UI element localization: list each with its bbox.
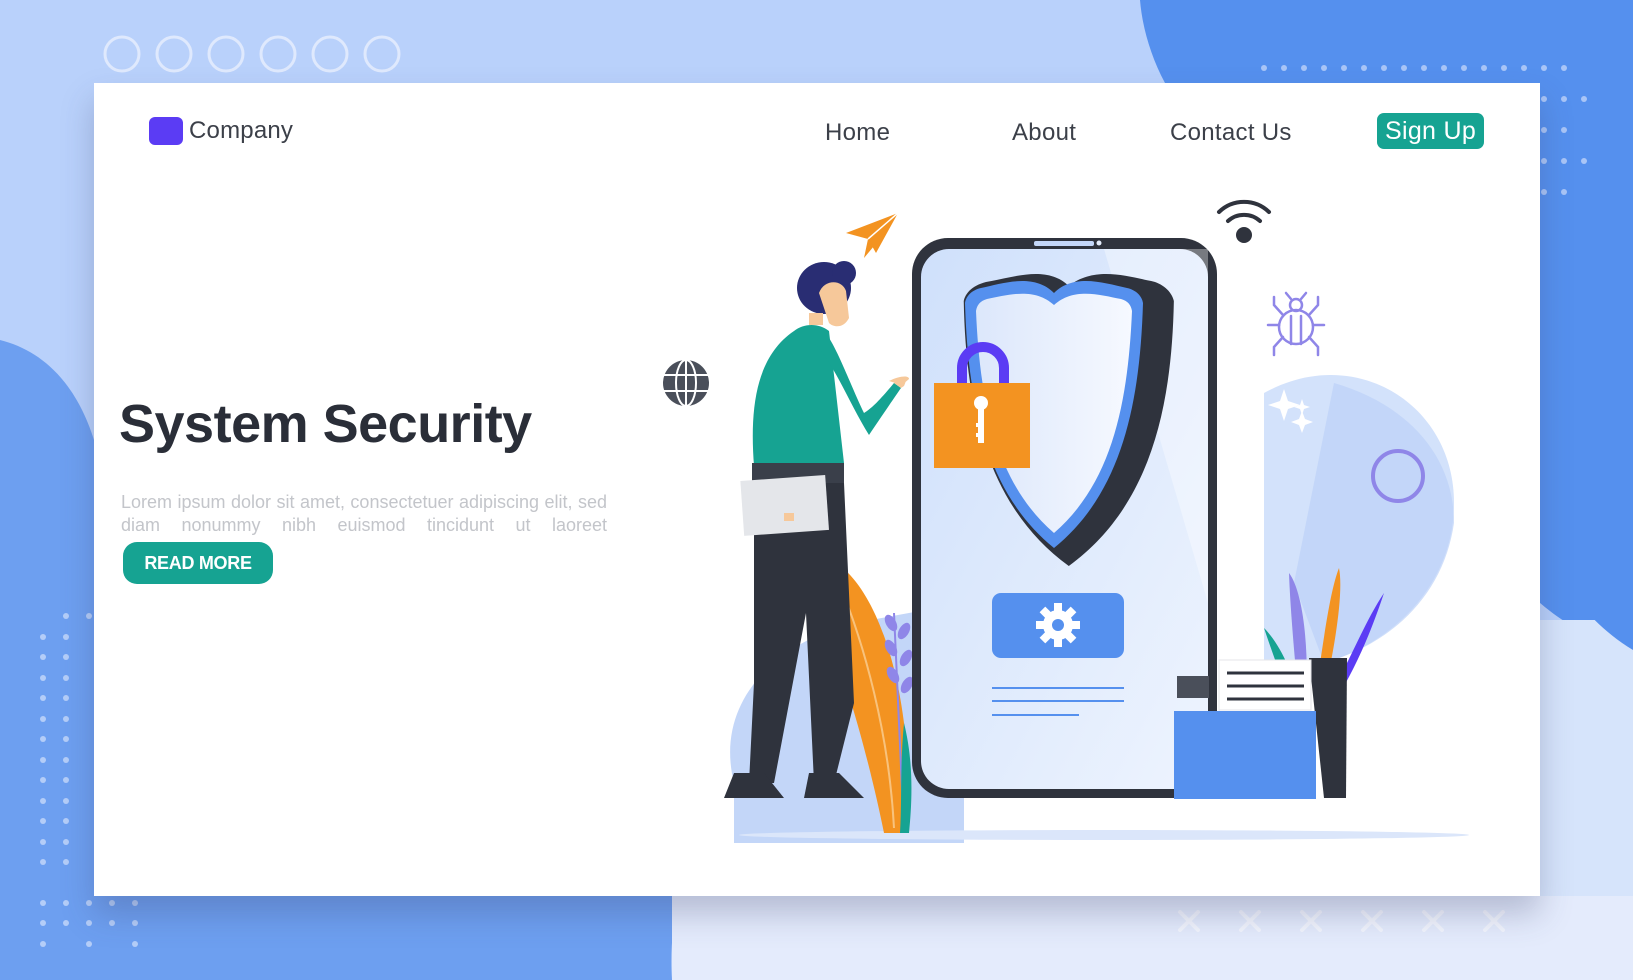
bg-blob-left (0, 340, 94, 980)
landing-card: Company Home About Contact Us Sign Up Sy… (94, 83, 1540, 896)
paper-plane-icon (846, 212, 899, 258)
security-illustration (663, 199, 1469, 843)
bug-icon (1266, 291, 1326, 357)
gear-icon (1036, 603, 1080, 647)
globe-icon (663, 359, 709, 407)
document-icon (1218, 659, 1312, 711)
bg-bottom-right (672, 896, 1633, 980)
ground-shadow (739, 830, 1469, 840)
wifi-icon (1217, 199, 1271, 243)
bg-blob-bottom (0, 896, 680, 980)
